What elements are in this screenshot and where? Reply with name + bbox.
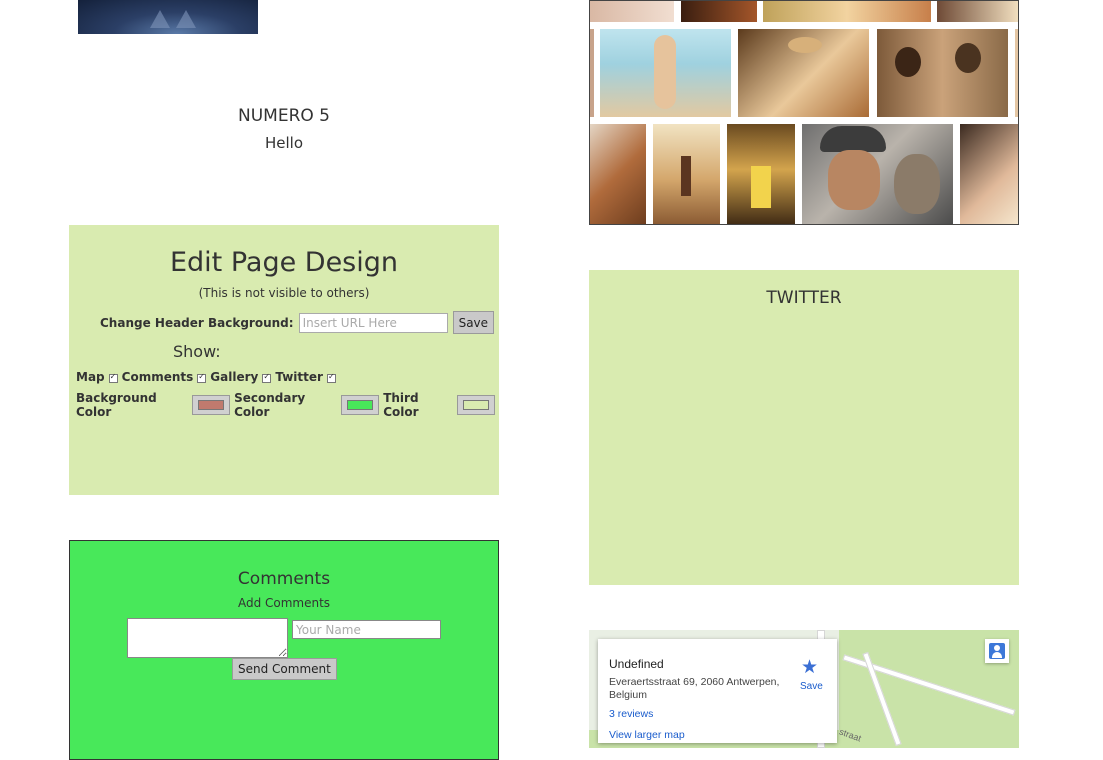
toggle-comments-label: Comments — [121, 370, 194, 384]
gallery-photo[interactable] — [590, 124, 646, 224]
header-background-label: Change Header Background: — [100, 315, 294, 330]
twitter-title: TWITTER — [766, 288, 842, 308]
background-color-picker[interactable] — [192, 395, 231, 415]
gallery-photo[interactable] — [590, 29, 594, 117]
map-save-link[interactable]: Save — [800, 681, 823, 692]
save-header-background-button[interactable]: Save — [452, 311, 495, 334]
gallery-photo[interactable] — [681, 1, 757, 22]
third-color-label: Third Color — [383, 391, 419, 419]
comment-name-input[interactable] — [292, 620, 441, 639]
map-place-card: Undefined Everaertsstraat 69, 2060 Antwe… — [598, 639, 837, 743]
street-view-pegman-icon[interactable] — [985, 639, 1009, 663]
photo-gallery — [589, 0, 1019, 225]
profile-name: NUMERO 5 — [238, 106, 330, 126]
secondary-color-swatch — [347, 400, 374, 410]
toggle-gallery-checkbox[interactable] — [262, 372, 272, 383]
cat-ear-shape — [150, 10, 170, 28]
show-toggles-row: Map Comments Gallery Twitter — [76, 370, 340, 384]
secondary-color-label: Secondary Color — [234, 391, 306, 419]
twitter-panel: TWITTER — [589, 270, 1019, 585]
third-color-picker[interactable] — [456, 395, 495, 415]
toggle-twitter-label: Twitter — [275, 370, 323, 384]
third-color-swatch — [462, 400, 489, 410]
gallery-photo[interactable] — [937, 1, 1018, 22]
map-place-address: Everaertsstraat 69, 2060 Antwerpen, Belg… — [609, 676, 780, 701]
toggle-gallery-label: Gallery — [210, 370, 259, 384]
edit-design-title: Edit Page Design — [169, 247, 399, 278]
comments-panel: Comments Add Comments Send Comment — [69, 540, 499, 760]
toggle-comments-checkbox[interactable] — [197, 372, 207, 383]
background-color-label: Background Color — [76, 391, 157, 419]
header-background-row: Change Header Background: Save — [100, 311, 495, 334]
cat-ear-shape — [176, 10, 196, 28]
star-icon[interactable]: ★ — [801, 656, 818, 679]
header-background-url-input[interactable] — [298, 312, 448, 333]
gallery-photo[interactable] — [738, 29, 869, 117]
edit-design-panel: Edit Page Design (This is not visible to… — [69, 225, 499, 495]
view-larger-map-link[interactable]: View larger map — [609, 729, 685, 741]
profile-photo — [78, 0, 258, 34]
gallery-photo[interactable] — [1015, 29, 1018, 117]
gallery-photo[interactable] — [653, 124, 720, 224]
background-color-swatch — [198, 400, 225, 410]
toggle-twitter-checkbox[interactable] — [326, 372, 336, 383]
gallery-photo[interactable] — [600, 29, 731, 117]
embedded-map[interactable]: as straat Undefined Everaertsstraat 69, … — [589, 630, 1019, 748]
show-label: Show: — [173, 342, 221, 361]
profile-greeting: Hello — [264, 134, 304, 152]
color-pickers-row: Background Color Secondary Color Third C… — [76, 391, 499, 419]
comments-subtitle: Add Comments — [237, 596, 331, 610]
comments-title: Comments — [237, 569, 331, 589]
gallery-photo[interactable] — [960, 124, 1018, 224]
map-reviews-link[interactable]: 3 reviews — [609, 708, 653, 720]
send-comment-button[interactable]: Send Comment — [232, 658, 337, 680]
secondary-color-picker[interactable] — [341, 395, 380, 415]
gallery-photo[interactable] — [763, 1, 931, 22]
gallery-photo[interactable] — [877, 29, 1008, 117]
gallery-photo[interactable] — [727, 124, 795, 224]
edit-design-subtitle: (This is not visible to others) — [198, 286, 370, 300]
toggle-map-checkbox[interactable] — [108, 372, 118, 383]
toggle-map-label: Map — [76, 370, 105, 384]
gallery-photo[interactable] — [590, 1, 674, 22]
map-place-name: Undefined — [609, 657, 664, 671]
comment-textarea[interactable] — [127, 618, 288, 658]
gallery-photo[interactable] — [802, 124, 953, 224]
